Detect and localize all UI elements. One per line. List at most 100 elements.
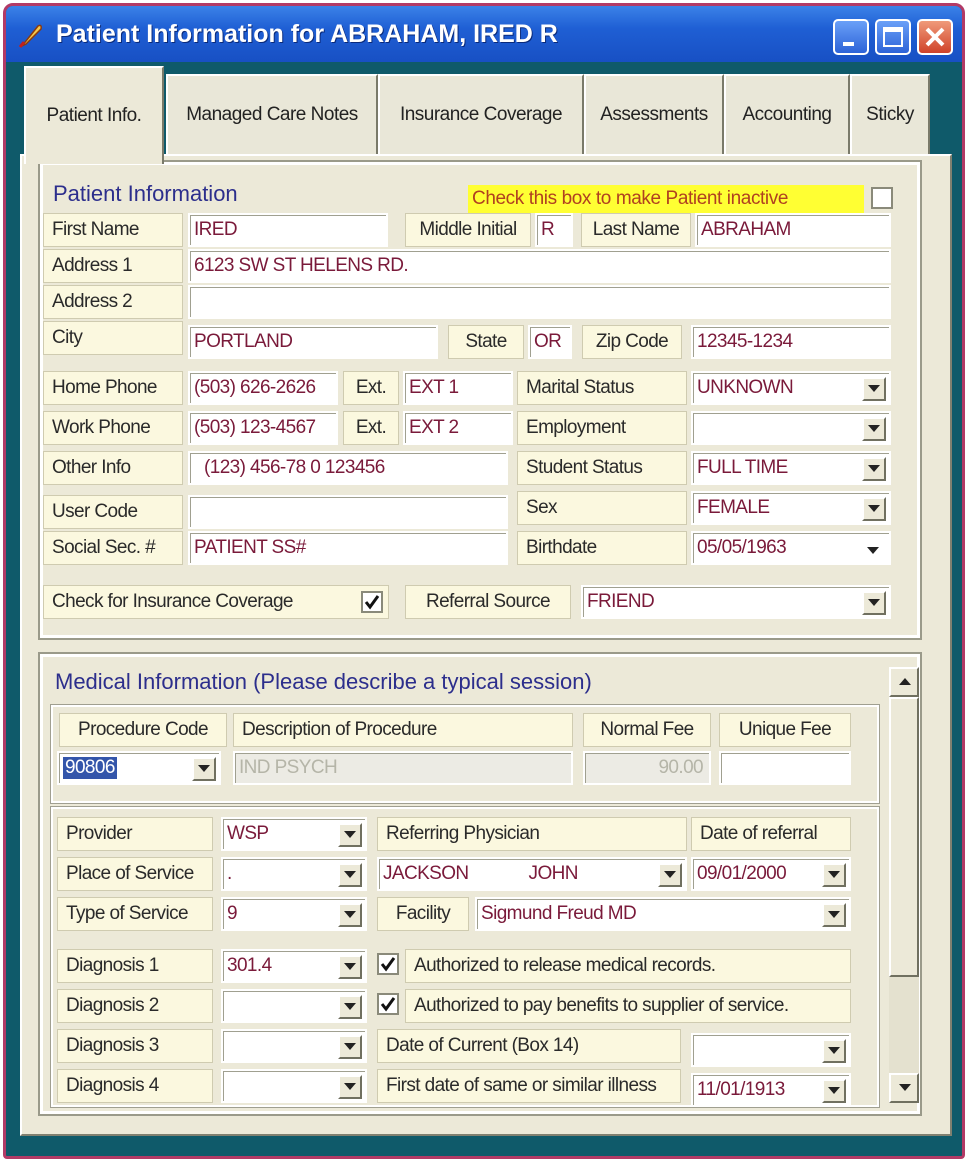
close-icon: [925, 27, 945, 47]
date-of-referral-dropdown-button[interactable]: [822, 863, 846, 887]
normal-fee-field: 90.00: [583, 751, 711, 785]
diagnosis2-dropdown-button[interactable]: [338, 995, 362, 1019]
insurance-coverage-checkbox[interactable]: [361, 591, 383, 613]
state-label: State: [448, 325, 524, 359]
user-code-field[interactable]: [188, 495, 508, 529]
diagnosis3-dropdown-button[interactable]: [338, 1035, 362, 1059]
sex-dropdown-button[interactable]: [862, 497, 886, 521]
chevron-down-icon: [868, 425, 880, 432]
procedure-code-dropdown-button[interactable]: [192, 757, 216, 781]
referral-source-dropdown-button[interactable]: [862, 591, 886, 615]
close-button[interactable]: [917, 19, 953, 55]
first-date-dropdown-button[interactable]: [822, 1079, 846, 1103]
first-name-field[interactable]: IRED: [188, 213, 388, 247]
app-feather-icon: [18, 24, 42, 48]
scroll-up-button[interactable]: [889, 667, 919, 697]
maximize-icon: [883, 27, 903, 47]
student-status-label: Student Status: [517, 451, 687, 485]
inactive-label: Check this box to make Patient inactive: [468, 185, 864, 213]
provider-select[interactable]: WSP: [221, 817, 367, 851]
facility-label: Facility: [377, 897, 469, 931]
scroll-thumb[interactable]: [889, 697, 919, 977]
type-of-service-label: Type of Service: [57, 897, 213, 931]
city-field[interactable]: PORTLAND: [188, 325, 438, 359]
employment-label: Employment: [517, 411, 687, 445]
birthdate-label: Birthdate: [517, 531, 687, 565]
tab-accounting[interactable]: Accounting: [724, 74, 850, 154]
auth-release-checkbox[interactable]: [377, 953, 399, 975]
referring-physician-dropdown-button[interactable]: [658, 863, 682, 887]
diagnosis1-value: 301.4: [227, 955, 272, 976]
tab-patient-info[interactable]: Patient Info.: [24, 66, 164, 164]
middle-initial-field[interactable]: R: [535, 213, 573, 247]
marital-status-dropdown-button[interactable]: [862, 377, 886, 401]
type-of-service-value: 9: [227, 903, 238, 924]
diagnosis2-label: Diagnosis 2: [57, 989, 213, 1023]
sex-select[interactable]: FEMALE: [691, 491, 891, 525]
facility-select[interactable]: Sigmund Freud MD: [475, 897, 851, 931]
procedure-code-select[interactable]: 90806: [57, 751, 221, 785]
marital-status-select[interactable]: UNKNOWN: [691, 371, 891, 405]
unique-fee-field[interactable]: [719, 751, 851, 785]
birthdate-select[interactable]: 05/05/1963: [691, 531, 891, 565]
student-status-dropdown-button[interactable]: [862, 457, 886, 481]
home-ext-field[interactable]: EXT 1: [403, 371, 513, 405]
work-ext-field[interactable]: EXT 2: [403, 411, 513, 445]
other-info-field[interactable]: (123) 456-78 0 123456: [188, 451, 508, 485]
referral-source-select[interactable]: FRIEND: [581, 585, 891, 619]
type-of-service-dropdown-button[interactable]: [338, 903, 362, 927]
auth-pay-checkbox[interactable]: [377, 993, 399, 1015]
place-of-service-label: Place of Service: [57, 857, 213, 891]
facility-dropdown-button[interactable]: [822, 903, 846, 927]
home-ext-label: Ext.: [343, 371, 399, 405]
normal-fee-label: Normal Fee: [583, 713, 711, 747]
date-of-referral-select[interactable]: 09/01/2000: [691, 857, 851, 891]
work-phone-field[interactable]: (503) 123-4567: [188, 411, 338, 445]
place-of-service-value: .: [227, 863, 232, 884]
home-phone-field[interactable]: (503) 626-2626: [188, 371, 338, 405]
facility-value: Sigmund Freud MD: [481, 903, 637, 924]
diagnosis1-label: Diagnosis 1: [57, 949, 213, 983]
employment-dropdown-button[interactable]: [862, 417, 886, 441]
tab-sticky[interactable]: Sticky: [850, 74, 930, 154]
medical-scrollbar[interactable]: [889, 667, 919, 1103]
address2-field[interactable]: [188, 285, 891, 319]
diagnosis2-select[interactable]: [221, 989, 367, 1023]
employment-select[interactable]: [691, 411, 891, 445]
address1-field[interactable]: 6123 SW ST HELENS RD.: [188, 249, 891, 283]
insurance-coverage-label: Check for Insurance Coverage: [43, 585, 389, 619]
diagnosis3-select[interactable]: [221, 1029, 367, 1063]
chevron-down-icon: [828, 1087, 840, 1094]
tab-assessments[interactable]: Assessments: [584, 74, 724, 154]
sex-value: FEMALE: [697, 497, 770, 518]
diagnosis1-select[interactable]: 301.4: [221, 949, 367, 983]
minimize-button[interactable]: [833, 19, 869, 55]
chevron-down-icon: [344, 911, 356, 918]
chevron-down-icon: [868, 599, 880, 606]
last-name-field[interactable]: ABRAHAM: [695, 213, 891, 247]
tab-managed-care-notes[interactable]: Managed Care Notes: [166, 74, 378, 154]
student-status-select[interactable]: FULL TIME: [691, 451, 891, 485]
tab-panel: Patient Information Check this box to ma…: [20, 154, 952, 1136]
maximize-button[interactable]: [875, 19, 911, 55]
title-bar[interactable]: Patient Information for ABRAHAM, IRED R: [6, 6, 962, 62]
referring-physician-select[interactable]: JACKSON JOHN: [377, 857, 687, 891]
place-of-service-select[interactable]: .: [221, 857, 367, 891]
diagnosis4-select[interactable]: [221, 1069, 367, 1103]
social-security-field[interactable]: PATIENT SS#: [188, 531, 508, 565]
date-current-dropdown-button[interactable]: [822, 1039, 846, 1063]
work-ext-label: Ext.: [343, 411, 399, 445]
first-date-select[interactable]: 11/01/1913: [691, 1073, 851, 1107]
zip-code-field[interactable]: 12345-1234: [691, 325, 891, 359]
provider-dropdown-button[interactable]: [338, 823, 362, 847]
scroll-down-button[interactable]: [889, 1073, 919, 1103]
date-current-select[interactable]: [691, 1033, 851, 1067]
place-of-service-dropdown-button[interactable]: [338, 863, 362, 887]
diagnosis4-dropdown-button[interactable]: [338, 1075, 362, 1099]
inactive-checkbox[interactable]: [871, 187, 893, 209]
state-field[interactable]: OR: [528, 325, 572, 359]
tab-insurance-coverage[interactable]: Insurance Coverage: [378, 74, 584, 154]
medical-info-title: Medical Information (Please describe a t…: [51, 669, 596, 695]
type-of-service-select[interactable]: 9: [221, 897, 367, 931]
diagnosis1-dropdown-button[interactable]: [338, 955, 362, 979]
